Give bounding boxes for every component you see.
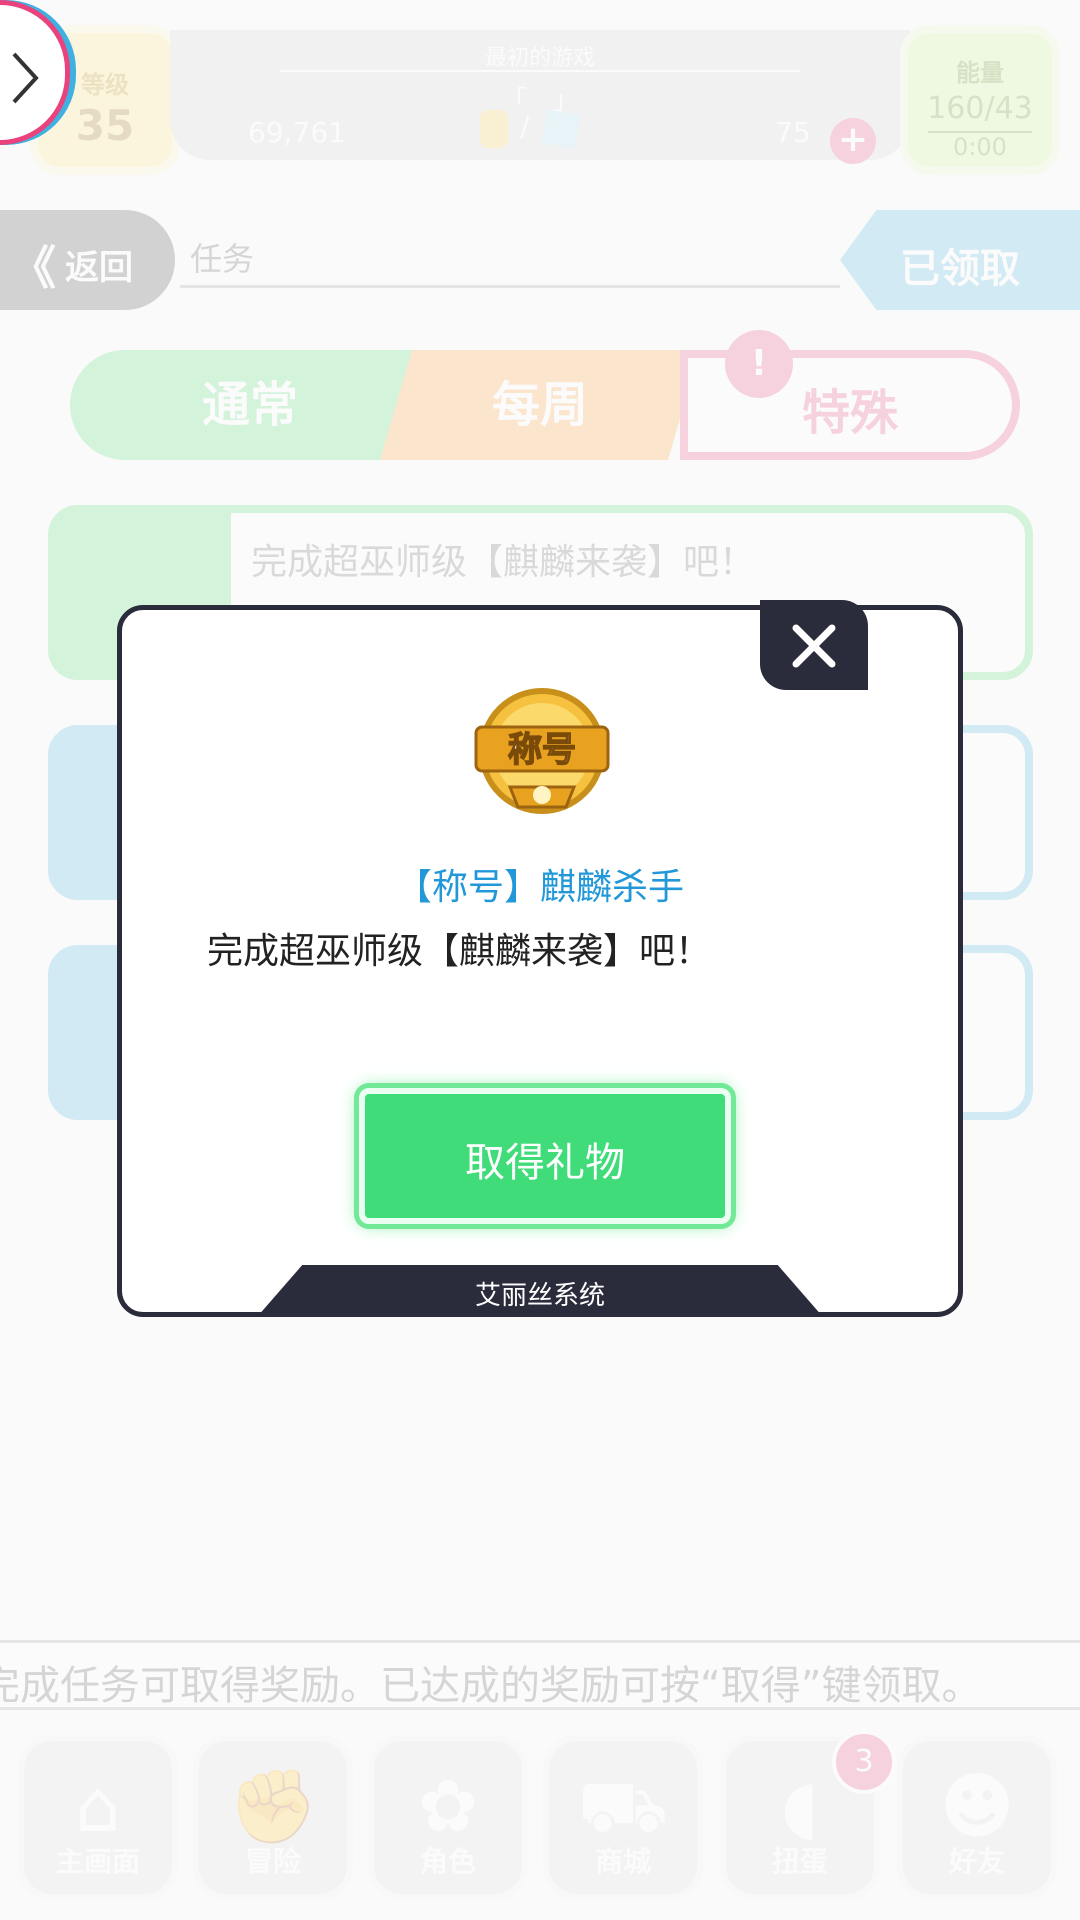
page-title: 任务 [180,222,840,288]
hint-text: 完成任务可取得奖励。已达成的奖励可按“取得”键领取。 [0,1663,982,1709]
hint-bar: 完成任务可取得奖励。已达成的奖励可按“取得”键领取。 [0,1640,1080,1710]
nav-adventure-button[interactable]: ✊ 冒险 [193,1735,353,1900]
reward-description: 完成超巫师级【麒麟来袭】吧！ [207,931,712,972]
diamond-amount: 75 [775,116,811,149]
nav-home-button[interactable]: ⌂ 主画面 [18,1735,178,1900]
close-icon [792,624,836,668]
gacha-count-badge: 3 [832,1730,896,1794]
gold-amount: 69,761 [248,116,346,149]
home-icon: ⌂ [75,1764,121,1848]
nav-character-label: 角色 [419,1845,476,1878]
system-name: 艾丽丝系统 [474,1281,605,1311]
task-description: 完成超巫师级【麒麟来袭】吧！ [251,542,756,583]
nav-gacha-label: 扭蛋 [771,1845,828,1878]
diamond-icon [541,109,581,149]
add-currency-button[interactable]: + [830,118,876,164]
currency-separator: / [520,110,530,143]
status-bar: 最初的游戏 「 」 69,761 / 75 + [170,30,910,164]
energy-value: 160/43 [927,91,1033,126]
nav-shop-label: 商城 [594,1845,651,1878]
svg-text:称号: 称号 [508,730,576,770]
game-title: 最初的游戏 [484,46,595,71]
claimed-filter-button[interactable]: 已领取 [840,210,1080,310]
chevron-right-icon [12,52,39,104]
claimed-label: 已领取 [900,246,1020,292]
energy-label: 能量 [956,59,1004,87]
nav-shop-button[interactable]: ⛟ 商城 [543,1735,703,1900]
dialog-footer: 艾丽丝系统 [257,1265,823,1317]
cart-icon: ⛟ [577,1764,669,1848]
reward-dialog: 称号 【称号】麒麟杀手 完成超巫师级【麒麟来袭】吧！ 取得礼物 艾丽丝系统 [117,605,963,1317]
bunny-icon: ✿ [417,1764,479,1848]
nav-friends-label: 好友 [948,1845,1005,1878]
coin-icon [480,110,508,148]
tab-weekly[interactable]: 每周 [380,350,700,460]
nav-friends-button[interactable]: ☻ 好友 [897,1735,1057,1900]
nav-home-label: 主画面 [55,1845,140,1878]
close-button[interactable] [760,600,868,690]
energy-timer: 0:00 [928,131,1032,161]
energy-panel: 能量 160/43 0:00 [900,25,1060,175]
back-button[interactable]: 《 返回 [0,210,175,310]
back-label: 返回 [65,248,133,288]
friends-icon: ☻ [939,1764,1015,1848]
nav-adventure-label: 冒险 [244,1845,301,1878]
reward-name: 【称号】麒麟杀手 [395,867,684,908]
tab-special-badge: ! [725,330,793,398]
title-badge-icon: 称号 [474,688,610,814]
currency-icons: / [480,109,581,150]
nav-character-button[interactable]: ✿ 角色 [368,1735,528,1900]
tab-normal[interactable]: 通常 [70,350,430,460]
title-divider [280,70,800,72]
claim-gift-button[interactable]: 取得礼物 [359,1088,731,1224]
handshake-icon: ✊ [228,1764,318,1848]
double-chevron-left-icon: 《 [10,241,56,295]
claim-gift-label: 取得礼物 [465,1140,625,1186]
